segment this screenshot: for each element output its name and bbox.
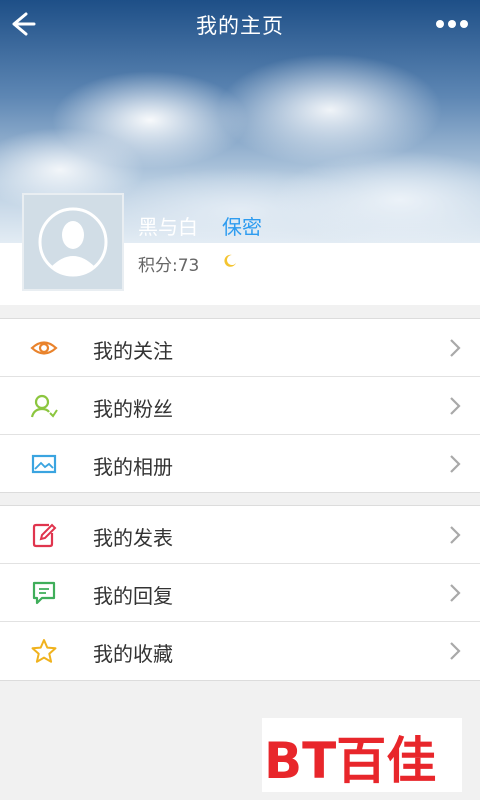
user-heart-icon (30, 394, 58, 418)
eye-icon (30, 341, 58, 355)
avatar[interactable] (22, 193, 124, 291)
menu-item-following[interactable]: 我的关注 (0, 319, 480, 377)
privacy-label: 保密 (222, 215, 262, 239)
more-dots-icon[interactable] (432, 10, 472, 38)
comment-icon (32, 581, 56, 605)
menu-item-label: 我的收藏 (93, 642, 173, 666)
menu-item-posts[interactable]: 我的发表 (0, 506, 480, 564)
menu-item-fans[interactable]: 我的粉丝 (0, 377, 480, 435)
default-avatar-icon (38, 207, 108, 277)
chevron-right-icon (450, 584, 461, 602)
top-bar: 我的主页 (0, 0, 480, 48)
chevron-right-icon (450, 397, 461, 415)
chevron-right-icon (450, 642, 461, 660)
menu-group-2: 我的发表 我的回复 我的收藏 (0, 505, 480, 681)
chevron-right-icon (450, 455, 461, 473)
page-title: 我的主页 (196, 14, 284, 38)
menu-item-label: 我的发表 (93, 526, 173, 550)
menu-group-1: 我的关注 我的粉丝 我的相册 (0, 318, 480, 493)
svg-text:BT百佳: BT百佳 (264, 732, 436, 790)
chevron-right-icon (450, 339, 461, 357)
chevron-right-icon (450, 526, 461, 544)
score-text: 积分:73 (138, 256, 200, 276)
watermark-logo: BT百佳 (262, 718, 462, 792)
menu-item-label: 我的粉丝 (93, 397, 173, 421)
star-icon (31, 639, 57, 663)
menu-item-label: 我的关注 (93, 339, 173, 363)
menu-item-label: 我的相册 (93, 455, 173, 479)
menu-item-replies[interactable]: 我的回复 (0, 564, 480, 622)
menu-item-album[interactable]: 我的相册 (0, 435, 480, 493)
menu-item-label: 我的回复 (93, 584, 173, 608)
menu-item-favorites[interactable]: 我的收藏 (0, 622, 480, 680)
image-icon (31, 454, 57, 474)
moon-icon (224, 254, 236, 267)
edit-icon (32, 523, 57, 548)
username: 黑与白 (138, 215, 198, 239)
